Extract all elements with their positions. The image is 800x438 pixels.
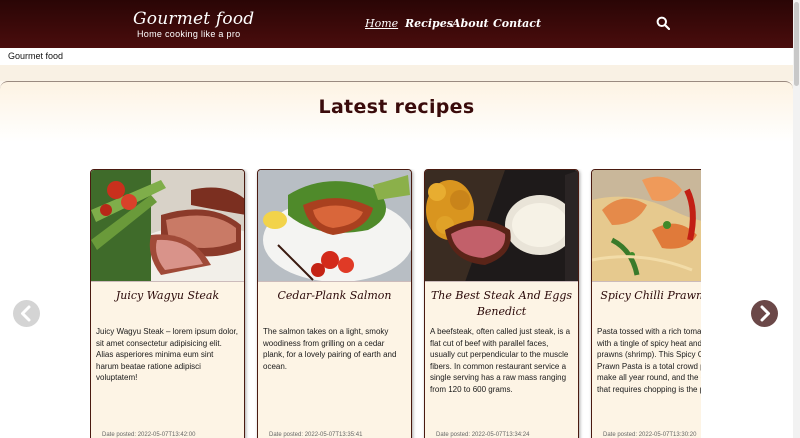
recipe-date: Date posted: 2022-05-07T13:42:00 (102, 432, 196, 438)
recipe-card[interactable]: The Best Steak And Eggs Benedict A beefs… (424, 169, 579, 438)
breadcrumb-item[interactable]: Gourmet food (8, 51, 63, 61)
search-icon[interactable] (656, 16, 670, 30)
recipe-title[interactable]: Cedar-Plank Salmon (258, 282, 411, 320)
chevron-left-icon (21, 305, 31, 322)
recipe-date: Date posted: 2022-05-07T13:34:24 (436, 432, 530, 438)
recipe-title[interactable]: The Best Steak And Eggs Benedict (425, 282, 578, 320)
nav-home[interactable]: Home (365, 17, 398, 30)
recipe-title[interactable]: Spicy Chilli Prawn Pasta (592, 282, 701, 320)
recipe-image[interactable] (91, 170, 244, 282)
breadcrumb: Gourmet food (0, 48, 793, 65)
recipe-description: A beefsteak, often called just steak, is… (430, 327, 571, 394)
brand-tagline: Home cooking like a pro (137, 29, 241, 39)
nav-contact[interactable]: Contact (493, 17, 541, 30)
site-header: Gourmet food Home cooking like a pro Hom… (0, 0, 793, 48)
nav-recipes[interactable]: Recipes (405, 17, 453, 30)
recipe-image[interactable] (258, 170, 411, 282)
page-scrollbar[interactable] (793, 0, 800, 438)
recipe-date: Date posted: 2022-05-07T13:30:20 (603, 432, 697, 438)
brand-title[interactable]: Gourmet food (133, 9, 254, 29)
scrollbar-thumb[interactable] (794, 2, 799, 86)
carousel-next-button[interactable] (751, 300, 778, 327)
chevron-right-icon (760, 305, 770, 322)
section-title: Latest recipes (318, 96, 475, 118)
brand[interactable]: Gourmet food Home cooking like a pro (133, 9, 254, 40)
recipe-card[interactable]: Cedar-Plank Salmon The salmon takes on a… (257, 169, 412, 438)
recipe-description: Juicy Wagyu Steak – lorem ipsum dolor, s… (96, 327, 238, 382)
breadcrumb-spacer (0, 65, 793, 81)
recipe-image[interactable] (592, 170, 701, 282)
recipe-card[interactable]: Spicy Chilli Prawn Pasta Pasta tossed wi… (591, 169, 701, 438)
recipe-title[interactable]: Juicy Wagyu Steak (91, 282, 244, 320)
recipe-date: Date posted: 2022-05-07T13:35:41 (269, 432, 363, 438)
latest-recipes-section: Latest recipes Juicy Wagyu Steak Juicy W… (0, 81, 793, 438)
nav-about[interactable]: About (452, 17, 489, 30)
recipe-description: The salmon takes on a light, smoky woodi… (263, 327, 397, 371)
recipe-card[interactable]: Juicy Wagyu Steak Juicy Wagyu Steak – lo… (90, 169, 245, 438)
carousel-prev-button[interactable] (13, 300, 40, 327)
recipe-carousel: Juicy Wagyu Steak Juicy Wagyu Steak – lo… (90, 169, 701, 438)
recipe-image[interactable] (425, 170, 578, 282)
recipe-description: Pasta tossed with a rich tomato sauce wi… (597, 327, 701, 394)
